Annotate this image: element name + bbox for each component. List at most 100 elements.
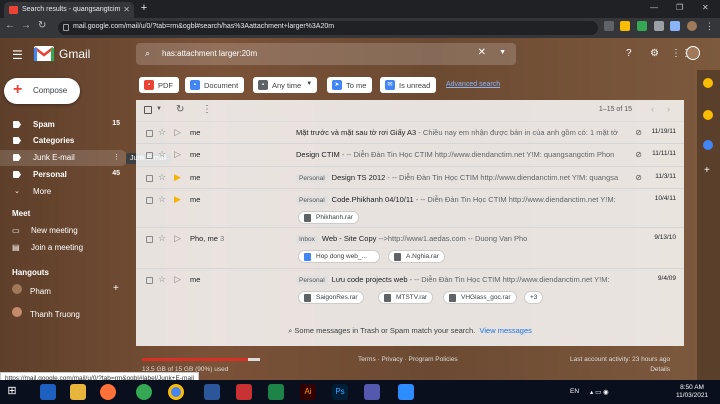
tray-icons[interactable]: ▴ ▭ ◉ — [590, 388, 609, 396]
refresh-icon[interactable]: ↻ — [176, 104, 184, 115]
join-meeting-link[interactable]: ▤ Join a meeting — [12, 243, 83, 252]
more-actions-icon[interactable]: ⋮ — [202, 104, 212, 115]
star-bookmark-icon[interactable] — [620, 21, 630, 31]
sidebar-item-personal[interactable]: Personal 45 — [0, 167, 128, 183]
clear-search-icon[interactable]: ✕ — [478, 47, 486, 58]
tasks-icon[interactable] — [703, 140, 713, 150]
filter-chip-to-me[interactable]: ➤ To me — [327, 77, 373, 93]
email-row[interactable]: ☆ ▷ me Mặt trước và mặt sau tờ rơi Giấy … — [136, 123, 684, 144]
zoom-icon[interactable] — [398, 384, 414, 400]
attachment-chip[interactable]: A.Nghia.rar — [388, 250, 445, 263]
search-input[interactable]: ⌕ has:attachment larger:20m ✕ ▼ — [136, 43, 516, 65]
email-row[interactable]: ☆ ▶ me Personal Code.Phikhanh 04/10/11 - … — [136, 190, 684, 228]
word-icon[interactable] — [204, 384, 220, 400]
label-badge[interactable]: Personal — [296, 196, 328, 205]
forward-icon[interactable]: → — [21, 20, 31, 31]
main-menu-icon[interactable]: ☰ — [12, 48, 23, 62]
hangouts-user[interactable]: Thanh Truong — [12, 307, 80, 319]
important-marker-icon[interactable]: ▶ — [174, 172, 181, 183]
reload-icon[interactable]: ↻ — [38, 20, 46, 31]
app-icon[interactable] — [236, 384, 252, 400]
filter-chip-document[interactable]: ▪ Document — [185, 77, 245, 93]
photoshop-icon[interactable]: Ps — [332, 384, 348, 400]
star-icon[interactable]: ☆ — [158, 127, 166, 138]
teams-icon[interactable] — [364, 384, 380, 400]
advanced-search-link[interactable]: Advanced search — [446, 81, 500, 88]
add-addon-icon[interactable]: + — [704, 165, 710, 176]
details-link[interactable]: Details — [570, 366, 670, 373]
row-checkbox[interactable] — [146, 277, 153, 284]
email-row[interactable]: ☆ ▶ me Personal Design TS 2012 - -- Diễn … — [136, 168, 684, 189]
row-checkbox[interactable] — [146, 236, 153, 243]
select-dropdown-icon[interactable]: ▼ — [156, 106, 162, 112]
clock[interactable]: 8:50 AM 11/03/2021 — [676, 384, 708, 400]
prev-page-icon[interactable]: ‹ — [651, 104, 654, 114]
star-icon[interactable]: ☆ — [158, 149, 166, 160]
minimize-icon[interactable]: — — [650, 3, 658, 12]
new-tab-button[interactable]: + — [138, 3, 150, 15]
add-hangout-icon[interactable]: + — [113, 283, 119, 294]
star-icon[interactable]: ☆ — [158, 274, 166, 285]
attachment-chip[interactable]: SaigonRes.rar — [298, 291, 364, 304]
filter-chip-any-time[interactable]: ▪ Any time ▼ — [253, 77, 318, 93]
compose-button[interactable]: + Compose — [4, 78, 80, 104]
filter-chip-is-unread[interactable]: ✉ Is unread — [380, 77, 437, 93]
row-checkbox[interactable] — [146, 197, 153, 204]
important-icon[interactable]: ▷ — [174, 233, 181, 244]
email-row[interactable]: ☆ ▷ me Personal Lưu code projects web - -… — [136, 270, 684, 312]
close-tab-icon[interactable]: ✕ — [123, 5, 130, 14]
windows-start-icon[interactable]: ⊞ — [4, 384, 20, 400]
attachment-chip[interactable]: MTSTV.rar — [378, 291, 434, 304]
settings-gear-icon[interactable]: ⚙ — [650, 48, 659, 59]
important-marker-icon[interactable]: ▶ — [174, 194, 181, 205]
sidebar-item-more[interactable]: ⌄ More — [0, 184, 128, 200]
attachment-chip[interactable]: Hop dong web_... — [298, 250, 380, 263]
label-badge[interactable]: Personal — [296, 174, 328, 183]
row-checkbox[interactable] — [146, 175, 153, 182]
email-row[interactable]: ☆ ▷ Pho, me 3 Inbox Web - Site Copy -->ht… — [136, 229, 684, 269]
calendar-icon[interactable] — [703, 78, 713, 88]
url-field[interactable]: mail.google.com/mail/u/0/?tab=rm&ogbl#se… — [58, 21, 598, 35]
new-meeting-link[interactable]: ▭ New meeting — [12, 226, 78, 235]
important-icon[interactable]: ▷ — [174, 274, 181, 285]
terms-links[interactable]: Terms · Privacy · Program Policies — [358, 356, 458, 363]
next-page-icon[interactable]: › — [667, 104, 670, 114]
profile-avatar[interactable] — [687, 21, 697, 31]
task-view-icon[interactable] — [40, 384, 56, 400]
key-icon[interactable] — [604, 21, 614, 31]
file-explorer-icon[interactable] — [70, 384, 86, 400]
help-icon[interactable]: ? — [626, 48, 632, 59]
attachment-chip[interactable]: Phikhanh.rar — [298, 211, 359, 224]
star-icon[interactable]: ☆ — [158, 172, 166, 183]
language-indicator[interactable]: EN — [570, 388, 579, 395]
hangouts-user[interactable]: Pham — [12, 284, 51, 296]
close-window-icon[interactable]: ✕ — [702, 3, 709, 12]
puzzle-icon[interactable] — [670, 21, 680, 31]
chrome-icon[interactable] — [168, 384, 184, 400]
keep-icon[interactable] — [703, 110, 713, 120]
important-icon[interactable]: ▷ — [174, 127, 181, 138]
select-all-checkbox[interactable] — [144, 106, 152, 114]
view-messages-link[interactable]: View messages — [480, 326, 532, 335]
more-options-icon[interactable]: ⋮ — [113, 153, 120, 161]
excel-icon[interactable] — [268, 384, 284, 400]
attachment-chip[interactable]: VHGlass_goc.rar — [443, 291, 517, 304]
more-attachments-chip[interactable]: +3 — [524, 291, 544, 304]
back-icon[interactable]: ← — [5, 20, 15, 31]
sidebar-item-spam[interactable]: Spam 15 — [0, 117, 128, 133]
star-icon[interactable]: ☆ — [158, 233, 166, 244]
label-badge[interactable]: Inbox — [296, 235, 318, 244]
important-icon[interactable]: ▷ — [174, 149, 181, 160]
maximize-icon[interactable]: ❐ — [676, 3, 683, 12]
extension-icon[interactable] — [654, 21, 664, 31]
search-options-icon[interactable]: ▼ — [499, 49, 506, 56]
row-checkbox[interactable] — [146, 130, 153, 137]
firefox-icon[interactable] — [100, 384, 116, 400]
app-icon[interactable] — [136, 384, 152, 400]
filter-chip-pdf[interactable]: ▪ PDF — [139, 77, 179, 93]
extension-shield-icon[interactable] — [637, 21, 647, 31]
account-avatar[interactable] — [686, 46, 700, 60]
label-badge[interactable]: Personal — [296, 276, 328, 285]
sidebar-item-categories[interactable]: Categories — [0, 133, 128, 149]
email-row[interactable]: ☆ ▷ me Design CTIM - -- Diễn Đàn Tin Học… — [136, 145, 684, 167]
